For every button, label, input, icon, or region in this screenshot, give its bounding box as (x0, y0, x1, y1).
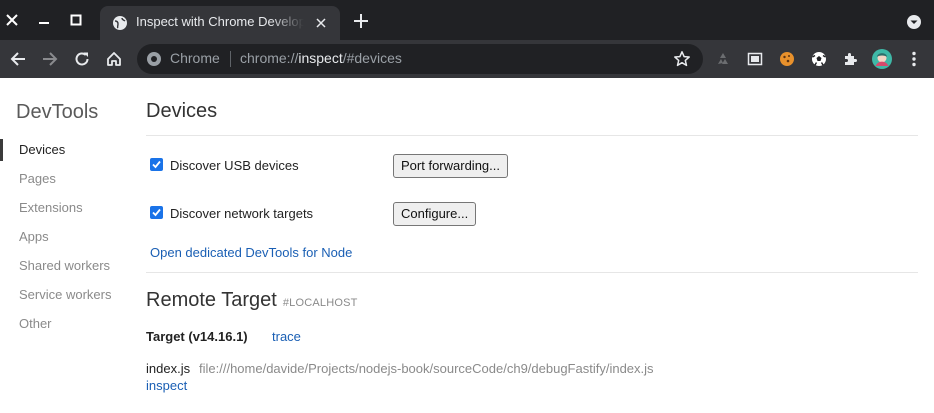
remote-target-tag: #LOCALHOST (282, 297, 358, 309)
sidebar-item-extensions[interactable]: Extensions (0, 197, 130, 219)
minimize-window-button[interactable] (32, 8, 56, 32)
puzzle-icon (845, 53, 857, 65)
soccer-ball-icon (812, 52, 826, 66)
sidebar-item-service-workers[interactable]: Service workers (0, 284, 130, 306)
arrow-right-icon (43, 52, 58, 66)
profile-avatar-icon (872, 49, 892, 69)
tab-inspect[interactable]: Inspect with Chrome Developer Tools (100, 6, 340, 40)
minimize-icon (39, 22, 49, 24)
tab-search-button[interactable] (904, 12, 924, 32)
checkmark-icon (152, 160, 161, 169)
extensions-button[interactable] (841, 49, 861, 69)
sidebar-item-other[interactable]: Other (0, 313, 130, 335)
tab-close-button[interactable] (312, 14, 330, 32)
discover-network-checkbox[interactable] (150, 206, 163, 219)
address-bar[interactable]: Chrome chrome://inspect/#devices (137, 44, 703, 74)
url-path: /#devices (342, 50, 402, 66)
screen-capture-icon (747, 52, 763, 66)
home-button[interactable] (103, 48, 125, 70)
devtools-sidebar: DevTools Devices Pages Extensions Apps S… (0, 79, 130, 413)
chrome-icon (147, 52, 161, 66)
close-icon (316, 18, 326, 28)
close-window-button[interactable] (0, 8, 24, 32)
checkmark-icon (152, 208, 161, 217)
divider (146, 135, 918, 136)
inspect-link[interactable]: inspect (146, 378, 187, 393)
sidebar-item-apps[interactable]: Apps (0, 226, 130, 248)
profile-button[interactable] (872, 49, 892, 69)
discover-network-label: Discover network targets (170, 206, 314, 221)
close-icon (6, 14, 18, 26)
url-host: inspect (298, 50, 343, 66)
url-scheme: chrome:// (240, 50, 299, 66)
trace-link[interactable]: trace (272, 329, 301, 344)
more-icon (912, 51, 916, 67)
url-text[interactable]: chrome://inspect/#devices (240, 50, 402, 66)
omnibox-separator (230, 51, 231, 67)
browser-toolbar: Chrome chrome://inspect/#devices (0, 40, 934, 78)
arrow-left-icon (10, 52, 25, 66)
chevron-down-icon (907, 15, 921, 29)
title-bar: Inspect with Chrome Developer Tools (0, 0, 934, 40)
configure-button[interactable]: Configure... (393, 202, 477, 226)
screen-capture-extension[interactable] (745, 49, 765, 69)
maximize-window-button[interactable] (64, 8, 88, 32)
forward-button[interactable] (39, 48, 61, 70)
discover-usb-label: Discover USB devices (170, 158, 299, 173)
plus-icon (354, 14, 368, 28)
target-file-name: index.js (146, 361, 191, 376)
soccer-ball-extension[interactable] (809, 49, 829, 69)
target-file-path: file:///home/davide/Projects/nodejs-book… (199, 361, 654, 376)
omnibox-chip: Chrome (170, 50, 220, 66)
back-button[interactable] (7, 48, 29, 70)
maximize-icon (70, 14, 82, 26)
cookie-icon (780, 52, 794, 66)
remote-target-title: Remote Target (146, 289, 277, 311)
sidebar-item-devices[interactable]: Devices (0, 139, 130, 161)
remote-target-heading: Remote Target #LOCALHOST (146, 289, 358, 312)
browser-menu-button[interactable] (904, 49, 924, 69)
cookie-extension[interactable] (777, 49, 797, 69)
sidebar-item-shared-workers[interactable]: Shared workers (0, 255, 130, 277)
port-forwarding-button[interactable]: Port forwarding... (393, 154, 508, 178)
recycle-extension[interactable] (713, 49, 733, 69)
recycle-icon (718, 53, 728, 64)
divider (146, 272, 918, 273)
home-icon (107, 52, 121, 66)
target-name: Target (v14.16.1) (146, 329, 248, 344)
discover-usb-checkbox[interactable] (150, 158, 163, 171)
page-title: Devices (146, 100, 218, 122)
sidebar-title: DevTools (16, 101, 99, 123)
reload-icon (75, 52, 89, 66)
reload-button[interactable] (71, 48, 93, 70)
target-row: Target (v14.16.1) (146, 329, 248, 344)
tab-title: Inspect with Chrome Developer Tools (136, 14, 304, 29)
bookmark-star-icon[interactable] (673, 50, 691, 68)
new-tab-button[interactable] (350, 10, 372, 32)
globe-icon (113, 16, 127, 30)
sidebar-item-pages[interactable]: Pages (0, 168, 130, 190)
open-node-devtools-link[interactable]: Open dedicated DevTools for Node (150, 245, 352, 260)
